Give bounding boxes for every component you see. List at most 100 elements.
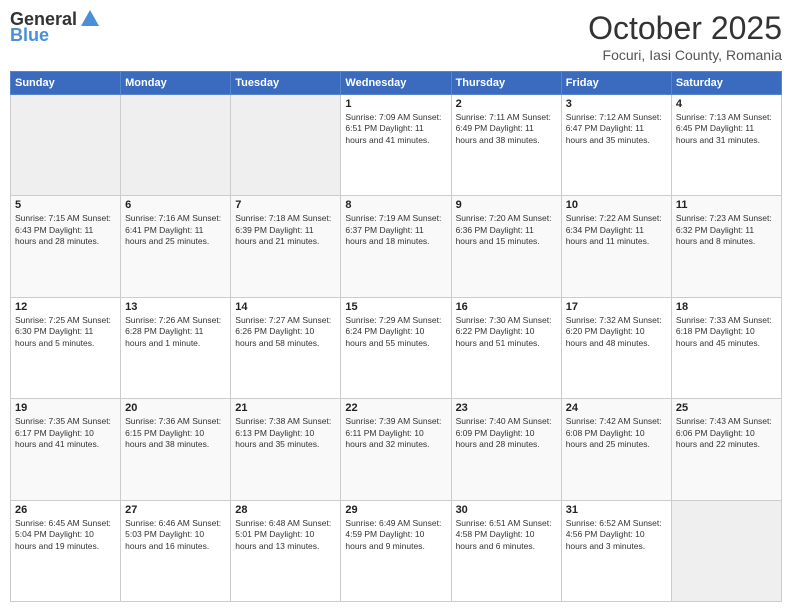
day-number: 18: [676, 301, 777, 313]
day-number: 4: [676, 98, 777, 110]
weekday-header-monday: Monday: [121, 72, 231, 95]
calendar-day-31: 31Sunrise: 6:52 AM Sunset: 4:56 PM Dayli…: [561, 500, 671, 601]
title-block: October 2025 Focuri, Iasi County, Romani…: [588, 10, 782, 63]
day-info: Sunrise: 7:40 AM Sunset: 6:09 PM Dayligh…: [456, 416, 557, 450]
day-number: 6: [125, 199, 226, 211]
calendar-day-5: 5Sunrise: 7:15 AM Sunset: 6:43 PM Daylig…: [11, 196, 121, 297]
day-info: Sunrise: 7:38 AM Sunset: 6:13 PM Dayligh…: [235, 416, 336, 450]
calendar-day-29: 29 Sunrise: 6:49 AM Sunset: 4:59 PM Dayli…: [341, 500, 451, 601]
day-number: 24: [566, 402, 667, 414]
day-number: 2: [456, 98, 557, 110]
calendar-day-9: 9 Sunrise: 7:20 AM Sunset: 6:36 PM Daylig…: [451, 196, 561, 297]
weekday-header-saturday: Saturday: [671, 72, 781, 95]
day-info: Sunrise: 7:39 AM Sunset: 6:11 PM Dayligh…: [345, 416, 446, 450]
calendar-day-1: 1 Sunrise: 7:09 AM Sunset: 6:51 PM Daylig…: [341, 95, 451, 196]
day-number: 3: [566, 98, 667, 110]
calendar-day-8: 8Sunrise: 7:19 AM Sunset: 6:37 PM Daylig…: [341, 196, 451, 297]
logo-blue-text: Blue: [10, 26, 49, 46]
calendar-empty-cell: [121, 95, 231, 196]
day-info: Sunrise: 7:30 AM Sunset: 6:22 PM Dayligh…: [456, 315, 557, 349]
day-number: 20: [125, 402, 226, 414]
calendar-day-11: 11 Sunrise: 7:23 AM Sunset: 6:32 PM Dayli…: [671, 196, 781, 297]
weekday-header-tuesday: Tuesday: [231, 72, 341, 95]
calendar-day-20: 20 Sunrise: 7:36 AM Sunset: 6:15 PM Dayli…: [121, 399, 231, 500]
day-number: 15: [345, 301, 446, 313]
day-number: 11: [676, 199, 777, 211]
calendar-empty-cell: [11, 95, 121, 196]
calendar-week-row: 19 Sunrise: 7:35 AM Sunset: 6:17 PM Dayli…: [11, 399, 782, 500]
calendar-day-19: 19 Sunrise: 7:35 AM Sunset: 6:17 PM Dayli…: [11, 399, 121, 500]
day-info: Sunrise: 7:42 AM Sunset: 6:08 PM Dayligh…: [566, 416, 667, 450]
day-info: Sunrise: 6:48 AM Sunset: 5:01 PM Dayligh…: [235, 518, 336, 552]
day-info: Sunrise: 6:51 AM Sunset: 4:58 PM Dayligh…: [456, 518, 557, 552]
day-number: 10: [566, 199, 667, 211]
day-info: Sunrise: 7:22 AM Sunset: 6:34 PM Dayligh…: [566, 213, 667, 247]
day-number: 7: [235, 199, 336, 211]
day-info: Sunrise: 7:19 AM Sunset: 6:37 PM Dayligh…: [345, 213, 446, 247]
day-info: Sunrise: 7:18 AM Sunset: 6:39 PM Dayligh…: [235, 213, 336, 247]
calendar-day-18: 18 Sunrise: 7:33 AM Sunset: 6:18 PM Dayli…: [671, 297, 781, 398]
calendar-day-2: 2 Sunrise: 7:11 AM Sunset: 6:49 PM Daylig…: [451, 95, 561, 196]
day-info: Sunrise: 7:23 AM Sunset: 6:32 PM Dayligh…: [676, 213, 777, 247]
day-number: 19: [15, 402, 116, 414]
day-number: 17: [566, 301, 667, 313]
weekday-header-friday: Friday: [561, 72, 671, 95]
calendar-week-row: 26Sunrise: 6:45 AM Sunset: 5:04 PM Dayli…: [11, 500, 782, 601]
page: General Blue October 2025 Focuri, Iasi C…: [0, 0, 792, 612]
day-number: 28: [235, 504, 336, 516]
logo: General Blue: [10, 10, 101, 46]
day-number: 16: [456, 301, 557, 313]
day-number: 13: [125, 301, 226, 313]
day-info: Sunrise: 7:25 AM Sunset: 6:30 PM Dayligh…: [15, 315, 116, 349]
day-info: Sunrise: 7:09 AM Sunset: 6:51 PM Dayligh…: [345, 112, 446, 146]
calendar-day-16: 16 Sunrise: 7:30 AM Sunset: 6:22 PM Dayli…: [451, 297, 561, 398]
weekday-header-sunday: Sunday: [11, 72, 121, 95]
day-number: 14: [235, 301, 336, 313]
weekday-header-row: SundayMondayTuesdayWednesdayThursdayFrid…: [11, 72, 782, 95]
calendar-day-27: 27 Sunrise: 6:46 AM Sunset: 5:03 PM Dayli…: [121, 500, 231, 601]
day-info: Sunrise: 7:32 AM Sunset: 6:20 PM Dayligh…: [566, 315, 667, 349]
day-info: Sunrise: 7:20 AM Sunset: 6:36 PM Dayligh…: [456, 213, 557, 247]
day-info: Sunrise: 7:29 AM Sunset: 6:24 PM Dayligh…: [345, 315, 446, 349]
calendar-day-7: 7 Sunrise: 7:18 AM Sunset: 6:39 PM Daylig…: [231, 196, 341, 297]
calendar-day-28: 28 Sunrise: 6:48 AM Sunset: 5:01 PM Dayli…: [231, 500, 341, 601]
day-number: 27: [125, 504, 226, 516]
day-info: Sunrise: 6:49 AM Sunset: 4:59 PM Dayligh…: [345, 518, 446, 552]
day-info: Sunrise: 7:13 AM Sunset: 6:45 PM Dayligh…: [676, 112, 777, 146]
calendar-day-13: 13 Sunrise: 7:26 AM Sunset: 6:28 PM Dayli…: [121, 297, 231, 398]
day-info: Sunrise: 7:26 AM Sunset: 6:28 PM Dayligh…: [125, 315, 226, 349]
day-info: Sunrise: 6:46 AM Sunset: 5:03 PM Dayligh…: [125, 518, 226, 552]
calendar-day-25: 25Sunrise: 7:43 AM Sunset: 6:06 PM Dayli…: [671, 399, 781, 500]
day-number: 23: [456, 402, 557, 414]
calendar-table: SundayMondayTuesdayWednesdayThursdayFrid…: [10, 71, 782, 602]
day-info: Sunrise: 7:35 AM Sunset: 6:17 PM Dayligh…: [15, 416, 116, 450]
calendar-day-4: 4 Sunrise: 7:13 AM Sunset: 6:45 PM Daylig…: [671, 95, 781, 196]
day-info: Sunrise: 7:11 AM Sunset: 6:49 PM Dayligh…: [456, 112, 557, 146]
day-number: 1: [345, 98, 446, 110]
day-info: Sunrise: 7:15 AM Sunset: 6:43 PM Dayligh…: [15, 213, 116, 247]
day-number: 9: [456, 199, 557, 211]
weekday-header-wednesday: Wednesday: [341, 72, 451, 95]
day-number: 12: [15, 301, 116, 313]
calendar-day-22: 22Sunrise: 7:39 AM Sunset: 6:11 PM Dayli…: [341, 399, 451, 500]
header: General Blue October 2025 Focuri, Iasi C…: [10, 10, 782, 63]
logo-icon: [79, 8, 101, 30]
day-number: 29: [345, 504, 446, 516]
calendar-empty-cell: [671, 500, 781, 601]
location-title: Focuri, Iasi County, Romania: [588, 47, 782, 63]
weekday-header-thursday: Thursday: [451, 72, 561, 95]
day-info: Sunrise: 7:36 AM Sunset: 6:15 PM Dayligh…: [125, 416, 226, 450]
day-info: Sunrise: 7:33 AM Sunset: 6:18 PM Dayligh…: [676, 315, 777, 349]
day-number: 26: [15, 504, 116, 516]
day-info: Sunrise: 7:12 AM Sunset: 6:47 PM Dayligh…: [566, 112, 667, 146]
calendar-day-30: 30Sunrise: 6:51 AM Sunset: 4:58 PM Dayli…: [451, 500, 561, 601]
day-info: Sunrise: 6:52 AM Sunset: 4:56 PM Dayligh…: [566, 518, 667, 552]
day-info: Sunrise: 7:27 AM Sunset: 6:26 PM Dayligh…: [235, 315, 336, 349]
calendar-day-10: 10 Sunrise: 7:22 AM Sunset: 6:34 PM Dayli…: [561, 196, 671, 297]
calendar-day-6: 6Sunrise: 7:16 AM Sunset: 6:41 PM Daylig…: [121, 196, 231, 297]
day-info: Sunrise: 7:43 AM Sunset: 6:06 PM Dayligh…: [676, 416, 777, 450]
day-number: 21: [235, 402, 336, 414]
calendar-day-17: 17 Sunrise: 7:32 AM Sunset: 6:20 PM Dayli…: [561, 297, 671, 398]
calendar-day-21: 21 Sunrise: 7:38 AM Sunset: 6:13 PM Dayli…: [231, 399, 341, 500]
calendar-day-24: 24 Sunrise: 7:42 AM Sunset: 6:08 PM Dayli…: [561, 399, 671, 500]
